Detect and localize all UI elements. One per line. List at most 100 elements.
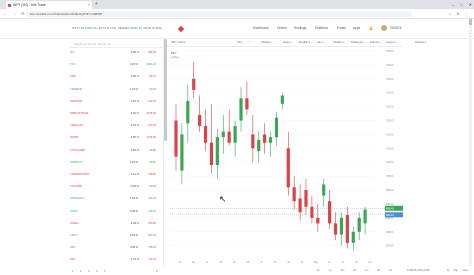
settings-gear-icon[interactable]: ⚙	[156, 269, 158, 275]
watchlist-item[interactable]: GEPSTAR -1.16 % 142.20	[68, 98, 162, 106]
notifications-bell-icon[interactable]: 🔔	[369, 26, 373, 30]
watchlist-item[interactable]: TCS 0.29 % 2024.20	[68, 61, 162, 69]
menu-funds[interactable]: Funds	[337, 26, 346, 30]
watchlist-item[interactable]: CEMCLAR -0.33 % 244.30	[68, 122, 162, 130]
last-price-label: 686.10	[386, 213, 394, 217]
watchlist-percent: -1.16 %	[130, 99, 139, 103]
range-3m[interactable]: 3m	[353, 269, 356, 272]
watchlist-symbol: ONGC	[70, 209, 78, 213]
watchlist-price: 738.60	[148, 246, 156, 250]
page-scrollbar[interactable]	[469, 19, 472, 266]
candle-body	[245, 98, 249, 110]
new-tab-button[interactable]: +	[95, 1, 98, 8]
watchlist-panel: Search eg: infy bse, nifty fut, etc ITC -…	[68, 39, 164, 273]
avatar[interactable]	[381, 25, 387, 31]
y-tick-label: 740.00	[386, 64, 394, 67]
watchlist-item[interactable]: LTFTIGUIRE -0.99 % 35.80	[68, 147, 162, 155]
range-1m[interactable]: 1m	[365, 269, 368, 272]
candle-body	[268, 137, 273, 143]
watchlist-symbol: TWRSMOTORS	[70, 173, 89, 176]
auto-toggle[interactable]: auto	[463, 269, 468, 272]
clock: 12:50:03 (UTC+5:30)	[407, 269, 430, 272]
watchlist-item[interactable]: YESBANK 1.22 % 99.00	[68, 86, 162, 94]
nav-buttons[interactable]: ← → ⟳	[3, 9, 27, 19]
watchlist-page-2[interactable]: 2	[80, 269, 81, 275]
menu-dashboard[interactable]: Dashboard	[253, 26, 269, 30]
watchlist-item[interactable]: ITC -0.55 % 286.40	[68, 49, 162, 57]
x-tick-label: 24	[355, 261, 358, 264]
watchlist-symbol: HINDALPAL	[70, 197, 85, 201]
watchlist-item[interactable]: INFY 0.50 % 738.60	[68, 244, 162, 252]
watchlist-price: 35.80	[149, 148, 157, 152]
range-1d[interactable]: 1d	[389, 269, 392, 272]
watchlist-item[interactable]: CIPLA 0.63 % 553.25	[68, 232, 162, 240]
watchlist-page-5[interactable]: 5	[104, 269, 105, 275]
watchlist-percent: 0.24 %	[130, 160, 139, 164]
watchlist-percent: -0.55 %	[130, 51, 139, 54]
menu-positions[interactable]: Positions	[315, 26, 328, 30]
browser-tab-bar: INFY (110) - Kite Trade × + – □ ✕	[0, 0, 474, 9]
watchlist-percent: -0.56 %	[130, 75, 139, 79]
url-input[interactable]: kite.zerodha.com/chart/web/tvc/NSE-EQ/IN…	[26, 11, 412, 17]
x-tick-label: 29	[247, 261, 250, 264]
watchlist-item[interactable]: PNB -0.56 % 88.75	[68, 73, 162, 81]
y-tick-label: 735.00	[386, 78, 394, 81]
watchlist-percent: -2.55 %	[130, 136, 139, 140]
watchlist-percent: -0.36 %	[130, 185, 139, 189]
watchlist-item[interactable]: IDBIFCSTR ME -2.02 % 4675.00	[68, 110, 162, 118]
maximize-button[interactable]: □	[460, 0, 462, 9]
user-id[interactable]: ZD0678	[390, 26, 401, 30]
y-tick-label: 695.00	[386, 189, 394, 192]
x-tick-label: May	[313, 261, 318, 264]
percent-toggle[interactable]: %	[447, 269, 449, 272]
sensex-index[interactable]: SENSEX 36836.90 +50.99 (0.14%)	[118, 26, 162, 30]
y-tick-label: 720.00	[386, 120, 394, 123]
toolbar-settings[interactable]: Settings ▾	[415, 41, 426, 44]
watchlist-item[interactable]: STREILITY 0.24 % 46.50	[68, 159, 162, 167]
range-5d[interactable]: 5d	[377, 269, 380, 272]
candle-body	[203, 126, 208, 143]
y-tick-label: 700.00	[386, 175, 394, 178]
candlestick-chart[interactable]: 745.00 740.00 735.00 730.00 725.00 720.00 715.…	[167, 39, 403, 266]
browser-tab[interactable]: INFY (110) - Kite Trade ×	[6, 1, 92, 9]
close-tab-icon[interactable]: ×	[88, 1, 90, 9]
watchlist-item[interactable]: TWRSMOTORS -1.14 % 235.50	[68, 171, 162, 179]
kite-logo-icon[interactable]	[177, 25, 185, 33]
candle-body	[280, 95, 284, 104]
candle-body	[257, 139, 261, 152]
watchlist-price: 553.25	[148, 234, 156, 237]
watchlist-page-1[interactable]: 1	[72, 269, 73, 275]
menu-holdings[interactable]: Holdings	[294, 26, 306, 30]
nifty-index[interactable]: NIFTY 50 10904.35 +18.75 (0.17%)	[72, 26, 116, 30]
watchlist-percent: -0.29 %	[130, 221, 139, 225]
watchlist-price: 2024.20	[146, 63, 156, 67]
watchlist-item[interactable]: NVIDB -2.55 % 1445.00	[68, 134, 162, 142]
watchlist-item[interactable]: JINDAL -0.29 % 168.90	[68, 220, 162, 228]
y-tick-label: 680.00	[386, 231, 394, 234]
menu-apps[interactable]: Apps	[353, 26, 360, 30]
candle-body	[198, 114, 202, 127]
y-tick-label: 675.00	[386, 245, 394, 248]
range-1y[interactable]: 1y	[329, 269, 332, 272]
close-window-button[interactable]: ✕	[469, 0, 472, 9]
menu-orders[interactable]: Orders	[277, 26, 287, 30]
watchlist-search-input[interactable]: Search eg: infy bse, nifty fut, etc	[70, 41, 162, 48]
minimize-button[interactable]: –	[452, 0, 454, 9]
watchlist-item[interactable]: TATAPWR -0.36 % 69.20	[68, 183, 162, 191]
watchlist-page-3[interactable]: 3	[88, 269, 89, 275]
log-toggle[interactable]: log	[454, 269, 457, 272]
watchlist-item[interactable]: INFY -1.73 % 731.10	[68, 256, 162, 264]
range-5y[interactable]: 5y	[317, 269, 320, 272]
watchlist-percent: 1.22 %	[130, 87, 139, 91]
chart-area[interactable]: INFY (110) ▾ 1D ▾ ⤢ Display ▾ Apply ▾ Fl…	[167, 39, 403, 266]
x-tick-label: 10	[328, 261, 331, 264]
watchlist-pagination: 1 2 3 4 5 ⚙	[68, 269, 162, 275]
extension-icons[interactable]: ☆ ⚙ ⋮	[448, 9, 470, 19]
watchlist-percent: -1.14 %	[130, 173, 139, 176]
x-tick-label: 15	[219, 261, 222, 264]
watchlist-item[interactable]: HINDALPAL 1.06 % 236.40	[68, 195, 162, 203]
watchlist-page-4[interactable]: 4	[96, 269, 97, 275]
x-tick-label: 13	[274, 261, 277, 264]
range-6m[interactable]: 6m	[341, 269, 344, 272]
watchlist-item[interactable]: ONGC 0.36 % 148.20	[68, 208, 162, 216]
